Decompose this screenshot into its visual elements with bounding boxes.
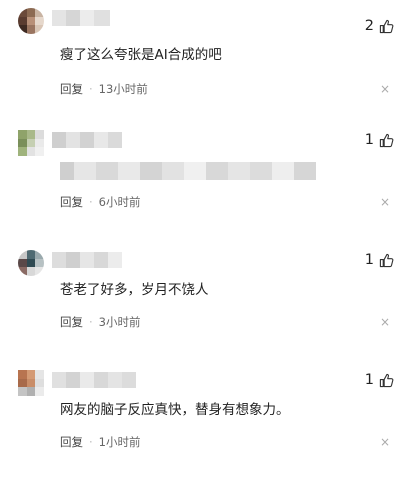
comment-meta: 回复 · 13小时前 — [60, 81, 148, 97]
comment-meta: 回复 · 1小时前 — [60, 434, 140, 450]
like-button[interactable]: 1 — [365, 372, 394, 388]
comment-item: 苍老了好多，岁月不饶人 回复 · 3小时前 1 × — [0, 248, 416, 368]
like-count: 2 — [364, 18, 374, 34]
close-icon[interactable]: × — [380, 316, 390, 328]
comment-time: 3小时前 — [98, 315, 141, 329]
comment-meta: 回复 · 6小时前 — [60, 194, 140, 210]
comment-item: 回复 · 6小时前 1 × — [0, 128, 416, 248]
meta-separator: · — [89, 435, 93, 449]
comment-meta: 回复 · 3小时前 — [60, 314, 140, 330]
like-button[interactable]: 1 — [365, 252, 394, 268]
meta-separator: · — [89, 195, 93, 209]
reply-button[interactable]: 回复 — [60, 81, 83, 97]
close-icon[interactable]: × — [380, 196, 390, 208]
comment-item: 网友的脑子反应真快，替身有想象力。 回复 · 1小时前 1 × — [0, 368, 416, 488]
avatar[interactable] — [18, 250, 44, 276]
comment-text: 苍老了好多，岁月不饶人 — [60, 282, 209, 298]
comment-time: 13小时前 — [98, 82, 148, 96]
like-button[interactable]: 1 — [365, 132, 394, 148]
meta-separator: · — [89, 82, 93, 96]
username-pixelated[interactable] — [52, 372, 136, 388]
avatar[interactable] — [18, 8, 44, 34]
thumbs-up-icon — [379, 19, 394, 34]
username-pixelated[interactable] — [52, 132, 122, 148]
close-icon[interactable]: × — [380, 83, 390, 95]
comment-text-pixelated — [60, 162, 316, 180]
meta-separator: · — [89, 315, 93, 329]
comment-time: 1小时前 — [98, 435, 141, 449]
username-pixelated[interactable] — [52, 10, 110, 26]
like-count: 1 — [364, 372, 374, 388]
comment-item: 瘦了这么夸张是AI合成的吧 回复 · 13小时前 2 × — [0, 8, 416, 128]
thumbs-up-icon — [379, 373, 394, 388]
like-count: 1 — [364, 252, 374, 268]
close-icon[interactable]: × — [380, 436, 390, 448]
reply-button[interactable]: 回复 — [60, 434, 83, 450]
reply-button[interactable]: 回复 — [60, 194, 83, 210]
username-pixelated[interactable] — [52, 252, 122, 268]
avatar[interactable] — [18, 370, 44, 396]
like-button[interactable]: 2 — [365, 18, 394, 34]
comment-time: 6小时前 — [98, 195, 141, 209]
comment-text: 瘦了这么夸张是AI合成的吧 — [60, 47, 222, 63]
reply-button[interactable]: 回复 — [60, 314, 83, 330]
comment-text: 网友的脑子反应真快，替身有想象力。 — [60, 402, 290, 418]
like-count: 1 — [364, 132, 374, 148]
thumbs-up-icon — [379, 133, 394, 148]
thumbs-up-icon — [379, 253, 394, 268]
avatar[interactable] — [18, 130, 44, 156]
